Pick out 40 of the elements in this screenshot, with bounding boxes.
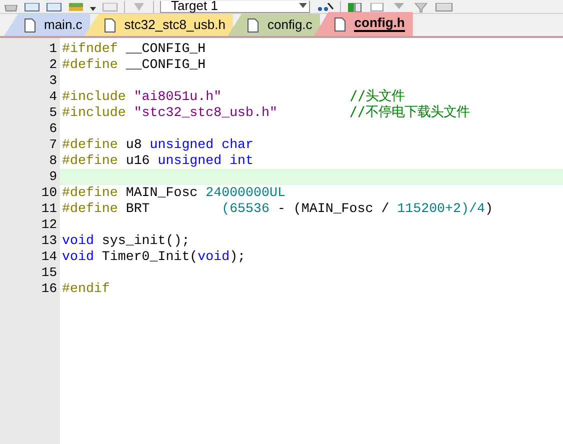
line-number: 10 [40, 185, 58, 201]
code-line: #define __CONFIG_H [61, 57, 207, 73]
file-tab[interactable]: config.h [314, 12, 413, 36]
code-line: #define MAIN_Fosc 24000000UL [61, 185, 286, 201]
file-tab[interactable]: main.c [4, 14, 90, 36]
line-number: 1 [48, 41, 58, 57]
line-number: 13 [40, 233, 58, 249]
code-line: void sys_init(); [61, 233, 191, 249]
line-number: 11 [40, 201, 58, 217]
dropdown-arrow-icon[interactable] [90, 7, 96, 13]
file-tab[interactable]: stc32_stc8_usb.h [84, 14, 234, 36]
code-line: #ifndef __CONFIG_H [61, 41, 207, 57]
document-icon [104, 18, 116, 32]
code-line: #include "stc32_stc8_usb.h" //不停电下载头文件 [61, 105, 471, 121]
line-number: 7 [48, 137, 58, 153]
line-number: 14 [40, 249, 58, 265]
code-line: #define u16 unsigned int [61, 153, 255, 169]
layout-icon[interactable] [347, 3, 363, 13]
file-tab[interactable]: config.c [227, 14, 320, 36]
document-icon [24, 18, 36, 32]
line-number: 15 [40, 265, 58, 281]
code-line: #define u8 unsigned char [61, 137, 255, 153]
code-line: #include "ai8051u.h" //头文件 [61, 89, 406, 104]
line-number: 16 [40, 281, 58, 297]
network-icon[interactable] [316, 3, 334, 13]
code-line: void Timer0_Init(void); [61, 249, 247, 265]
line-number: 2 [48, 57, 58, 73]
target-name: Target 1 [170, 0, 218, 12]
document-icon [247, 18, 260, 32]
code-line: #define BRT (65536 - (MAIN_Fosc / 115200+2)/4) [61, 201, 494, 217]
target-dropdown[interactable]: Target 1 [160, 1, 310, 13]
line-number: 6 [48, 121, 58, 137]
line-number: 9 [48, 169, 58, 185]
line-number: 4 [48, 89, 58, 105]
line-number: 5 [48, 105, 58, 121]
code-line: #endif [61, 281, 111, 297]
document-icon [334, 16, 346, 32]
line-number: 3 [48, 73, 58, 89]
line-number: 12 [40, 217, 58, 233]
line-number: 8 [48, 153, 58, 169]
